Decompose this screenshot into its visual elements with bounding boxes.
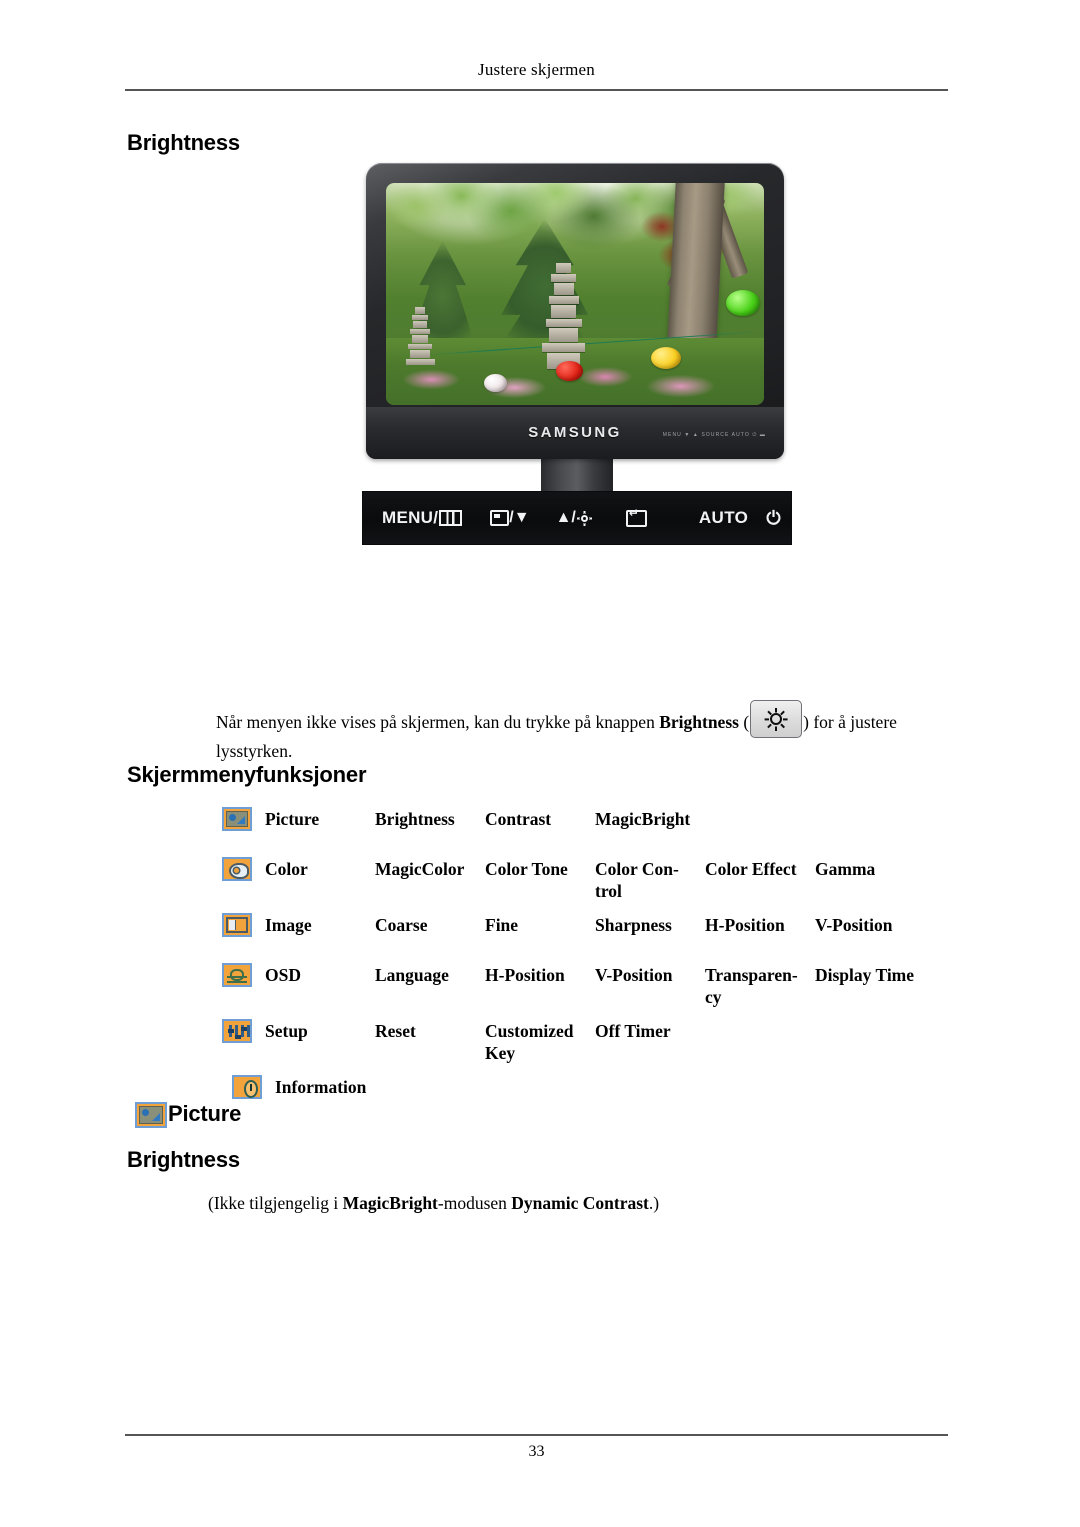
monitor-illustration: SAMSUNG MENU ▼ ▲ SOURCE AUTO ⏻ ▬ MENU/ /… [362,163,792,545]
brightness-availability-note: (Ikke tilgjengelig i MagicBright-modusen… [208,1190,948,1216]
monitor-button-up-brightness[interactable]: ▲/ [556,509,592,527]
setup-menu-icon [222,1019,252,1043]
screen-photo-lantern-red [556,360,583,381]
brightness-sun-icon [577,511,592,526]
osd-row-cell: Gamma [815,859,876,879]
osd-row-cell [705,1018,815,1020]
paragraph-text-part2: ( [738,712,750,732]
table-row: Color MagicColor Color Tone Color Con-tr… [222,856,948,902]
osd-row-cell: V-Position [815,915,893,935]
note-bold-dynamic-contrast: Dynamic Contrast [511,1193,649,1213]
osd-menu-icon [222,963,252,987]
osd-row-label: Information [275,1077,367,1097]
monitor-button-menu-label: MENU/ [382,508,439,527]
monitor-screen [386,183,764,405]
page-heading-osd-functions: Skjermmenyfunksjoner [127,762,367,787]
osd-row-label: Color [265,859,308,879]
monitor-control-button-bar: MENU/ /▼ ▲/ AUTO ⏻ [362,491,792,545]
document-page: Justere skjermen Brightness SAMSUNG MENU… [0,0,1080,1527]
table-row: Setup Reset Customized Key Off Timer [222,1018,948,1064]
osd-row-cell: MagicColor [375,859,465,879]
osd-row-cell [815,1018,925,1020]
monitor-button-source-down[interactable]: /▼ [490,509,530,527]
osd-row-icon-cell [232,1074,275,1099]
image-menu-icon [222,913,252,937]
section-heading-picture: Picture [168,1101,242,1126]
menu-grid-icon [439,510,463,526]
monitor-button-up-brightness-label: ▲/ [555,509,576,526]
osd-row-cell: H-Position [705,915,785,935]
paragraph-bold-brightness: Brightness [659,712,739,732]
osd-row-icon-cell [222,962,265,987]
osd-row-cell: Coarse [375,915,428,935]
note-text-part3: .) [648,1193,660,1213]
screen-photo-lantern-green [726,289,761,317]
osd-row-cell: Display Time [815,965,915,985]
brightness-instruction-paragraph: Når menyen ikke vises på skjermen, kan d… [216,700,948,765]
picture-menu-icon [222,807,252,831]
footer-rule [125,1434,948,1436]
table-row: Picture Brightness Contrast MagicBright [222,806,948,846]
osd-row-cell: MagicBright [595,809,691,829]
screen-photo-stone-pagoda-small [405,307,435,378]
osd-row-cell [705,806,815,808]
brightness-key-icon [750,700,803,738]
osd-row-cell: Reset [375,1021,416,1041]
osd-row-icon-cell [222,1018,265,1043]
screen-photo-lantern-white [484,373,507,392]
osd-row-cell: Contrast [485,809,552,829]
table-row: Information [222,1074,948,1114]
osd-row-icon-cell [222,912,265,937]
monitor-button-enter-source[interactable] [625,507,647,527]
osd-row-label: Setup [265,1021,308,1041]
osd-row-icon-cell [222,806,265,831]
monitor-body: SAMSUNG MENU ▼ ▲ SOURCE AUTO ⏻ ▬ [366,163,784,459]
osd-row-cell: Color Tone [485,859,568,879]
running-header: Justere skjermen [478,60,595,79]
header-rule [125,89,948,91]
osd-row-cell: Language [375,965,449,985]
osd-row-label: Picture [265,809,320,829]
section-heading-brightness: Brightness [127,1147,240,1172]
table-row: Image Coarse Fine Sharpness H-Position V… [222,912,948,952]
note-text-part1: (Ikke tilgjengelig i [208,1193,343,1213]
note-text-part2: -modusen [437,1193,512,1213]
page-heading-brightness-top: Brightness [127,130,240,155]
table-row: OSD Language H-Position V-Position Trans… [222,962,948,1008]
osd-row-cell: Sharpness [595,915,672,935]
osd-row-cell: Color Effect [705,859,797,879]
osd-row-cell: Customized Key [485,1021,574,1063]
osd-row-label: OSD [265,965,301,985]
osd-function-table: Picture Brightness Contrast MagicBright … [222,806,948,1124]
paragraph-text-part1: Når menyen ikke vises på skjermen, kan d… [216,712,660,732]
osd-row-cell: Color Con-trol [595,859,679,901]
enter-source-icon [625,507,647,527]
osd-row-label: Image [265,915,312,935]
osd-row-cell: Brightness [375,809,455,829]
osd-row-icon-cell [222,856,265,881]
monitor-bottom-bezel: SAMSUNG MENU ▼ ▲ SOURCE AUTO ⏻ ▬ [366,407,784,459]
osd-row-cell [815,806,925,808]
monitor-button-source-down-label: /▼ [509,509,530,526]
osd-row-cell: Transparen-cy [705,965,798,1007]
osd-row-cell: Off Timer [595,1021,671,1041]
osd-row-cell: Fine [485,915,519,935]
picture-section-icon [135,1102,167,1128]
color-menu-icon [222,857,252,881]
monitor-button-menu[interactable]: MENU/ [382,508,463,528]
osd-row-cell: V-Position [595,965,673,985]
bezel-key-labels: MENU ▼ ▲ SOURCE AUTO ⏻ ▬ [662,432,766,438]
monitor-button-power[interactable]: ⏻ [766,508,780,529]
source-down-icon [490,510,510,526]
information-menu-icon [232,1075,262,1099]
osd-row-cell: H-Position [485,965,565,985]
note-bold-magicbright: MagicBright [342,1193,438,1213]
monitor-button-auto[interactable]: AUTO [699,508,748,528]
page-number: 33 [528,1443,545,1460]
